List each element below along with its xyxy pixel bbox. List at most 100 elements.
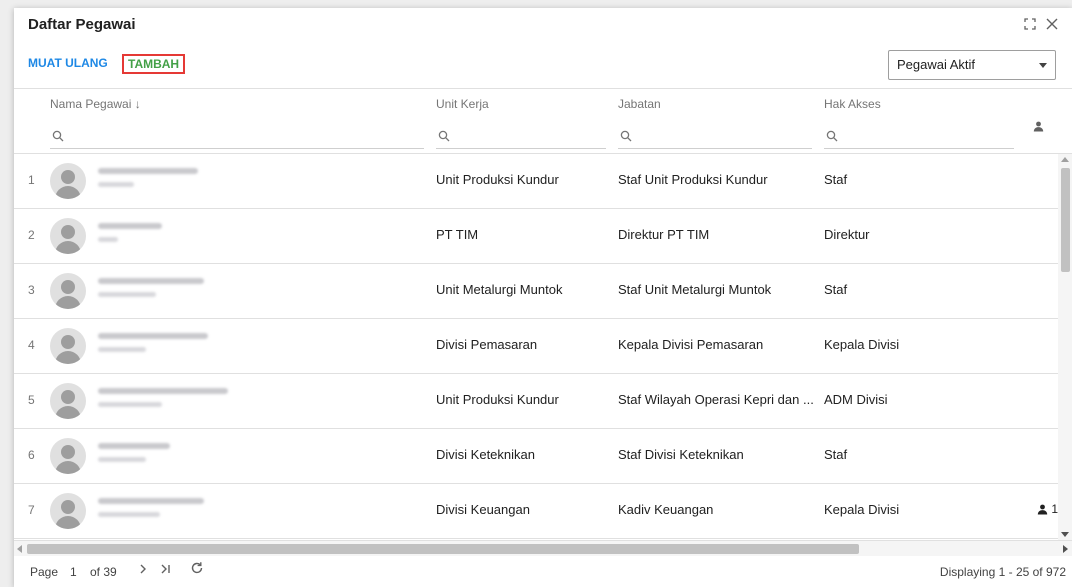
cell-jabatan: Staf Unit Metalurgi Muntok [618, 282, 772, 297]
cell-hak-akses: Kepala Divisi [824, 337, 900, 352]
title-bar: Daftar Pegawai [14, 8, 1072, 44]
horizontal-scrollbar[interactable] [14, 540, 1072, 556]
row-number: 6 [28, 448, 35, 462]
employee-list-window: Daftar Pegawai MUAT ULANG TAMBAH Pegawai… [14, 8, 1072, 587]
cell-unit-kerja: Divisi Keuangan [436, 502, 530, 517]
status-filter-select[interactable]: Pegawai Aktif [888, 50, 1056, 80]
user-icon[interactable] [1033, 119, 1044, 137]
employee-name-redacted [98, 333, 208, 339]
employee-username-redacted [98, 182, 134, 187]
scroll-left-icon[interactable] [17, 545, 22, 553]
search-icon [52, 130, 64, 142]
employee-username-redacted [98, 347, 146, 352]
cell-jabatan: Direktur PT TIM [618, 227, 710, 242]
column-header-hak-akses[interactable]: Hak Akses [824, 97, 881, 111]
table-row[interactable]: 4 Divisi Pemasaran Kepala Divisi Pemasar… [14, 319, 1058, 374]
avatar [50, 328, 86, 364]
search-icon [620, 130, 632, 142]
cell-hak-akses: Staf [824, 172, 848, 187]
search-input-unit[interactable] [436, 123, 606, 149]
avatar [50, 383, 86, 419]
toolbar: MUAT ULANG TAMBAH Pegawai Aktif [14, 48, 1072, 88]
cell-unit-kerja: Divisi Pemasaran [436, 337, 538, 352]
pagination-bar: Page 1 of 39 Displaying 1 - 25 of 972 [14, 556, 1072, 587]
row-user-count[interactable]: 1 [1037, 502, 1058, 516]
cell-unit-kerja: Unit Produksi Kundur [436, 392, 559, 407]
table-row[interactable]: 5 Unit Produksi Kundur Staf Wilayah Oper… [14, 374, 1058, 429]
employee-name-redacted [98, 388, 228, 394]
window-title: Daftar Pegawai [28, 16, 136, 33]
displaying-count: Displaying 1 - 25 of 972 [939, 565, 1066, 579]
row-number: 1 [28, 173, 35, 187]
employee-username-redacted [98, 292, 156, 297]
maximize-icon[interactable] [1022, 18, 1038, 34]
table-row[interactable]: 3 Unit Metalurgi Muntok Staf Unit Metalu… [14, 264, 1058, 319]
avatar [50, 493, 86, 529]
vertical-scrollbar[interactable] [1058, 154, 1072, 540]
cell-jabatan: Kadiv Keuangan [618, 502, 714, 517]
row-number: 5 [28, 393, 35, 407]
page-label: Page [30, 565, 59, 579]
row-number: 3 [28, 283, 35, 297]
table-row[interactable]: 2 PT TIM Direktur PT TIM Direktur [14, 209, 1058, 264]
employee-username-redacted [98, 512, 160, 517]
employee-name-redacted [98, 498, 204, 504]
sort-desc-icon: ↓ [134, 97, 141, 111]
column-header-unit[interactable]: Unit Kerja [436, 97, 489, 111]
avatar [50, 163, 86, 199]
user-count-value: 1 [1051, 502, 1058, 516]
row-number: 7 [28, 503, 35, 517]
search-input-name[interactable] [50, 123, 424, 149]
avatar [50, 273, 86, 309]
cell-hak-akses: Kepala Divisi [824, 502, 900, 517]
horizontal-scroll-thumb[interactable] [27, 544, 859, 554]
page-count: of 39 [90, 565, 117, 579]
reload-button[interactable]: MUAT ULANG [28, 54, 108, 74]
employee-username-redacted [98, 237, 118, 242]
search-input-jabatan[interactable] [618, 123, 812, 149]
cell-jabatan: Staf Wilayah Operasi Kepri dan ... [618, 392, 814, 407]
vertical-scroll-thumb[interactable] [1061, 168, 1070, 272]
column-header-name[interactable]: Nama Pegawai ↓ [50, 97, 141, 111]
refresh-icon[interactable] [190, 561, 204, 578]
cell-jabatan: Kepala Divisi Pemasaran [618, 337, 764, 352]
employee-name-redacted [98, 223, 162, 229]
cell-unit-kerja: Unit Produksi Kundur [436, 172, 559, 187]
employee-username-redacted [98, 457, 146, 462]
grid-header: Nama Pegawai ↓ Unit Kerja Jabatan Hak Ak… [14, 88, 1072, 154]
cell-unit-kerja: PT TIM [436, 227, 479, 242]
table-row[interactable]: 7 Divisi Keuangan Kadiv Keuangan Kepala … [14, 484, 1058, 539]
avatar [50, 438, 86, 474]
column-header-jabatan[interactable]: Jabatan [618, 97, 661, 111]
close-icon[interactable] [1044, 18, 1060, 34]
page-number-input[interactable]: 1 [70, 565, 77, 579]
employee-name-redacted [98, 168, 198, 174]
add-button[interactable]: TAMBAH [122, 54, 186, 74]
cell-hak-akses: Direktur [824, 227, 870, 242]
column-header-name-label: Nama Pegawai [50, 97, 132, 111]
cell-unit-kerja: Divisi Keteknikan [436, 447, 535, 462]
scroll-down-icon[interactable] [1061, 532, 1069, 537]
search-icon [438, 130, 450, 142]
user-icon [1037, 504, 1048, 515]
scroll-right-icon[interactable] [1063, 545, 1068, 553]
employee-table-body: 1 Unit Produksi Kundur Staf Unit Produks… [14, 154, 1058, 540]
next-page-icon[interactable] [138, 562, 148, 579]
cell-hak-akses: Staf [824, 447, 848, 462]
table-row[interactable]: 6 Divisi Keteknikan Staf Divisi Keteknik… [14, 429, 1058, 484]
cell-hak-akses: Staf [824, 282, 848, 297]
search-icon [826, 130, 838, 142]
search-input-hak-akses[interactable] [824, 123, 1014, 149]
employee-name-redacted [98, 278, 204, 284]
table-row[interactable]: 1 Unit Produksi Kundur Staf Unit Produks… [14, 154, 1058, 209]
cell-jabatan: Staf Divisi Keteknikan [618, 447, 744, 462]
employee-username-redacted [98, 402, 162, 407]
avatar [50, 218, 86, 254]
chevron-down-icon [1039, 63, 1047, 68]
status-filter-value: Pegawai Aktif [897, 57, 976, 72]
row-number: 4 [28, 338, 35, 352]
cell-hak-akses: ADM Divisi [824, 392, 888, 407]
scroll-up-icon[interactable] [1061, 157, 1069, 162]
cell-jabatan: Staf Unit Produksi Kundur [618, 172, 768, 187]
last-page-icon[interactable] [160, 562, 172, 579]
